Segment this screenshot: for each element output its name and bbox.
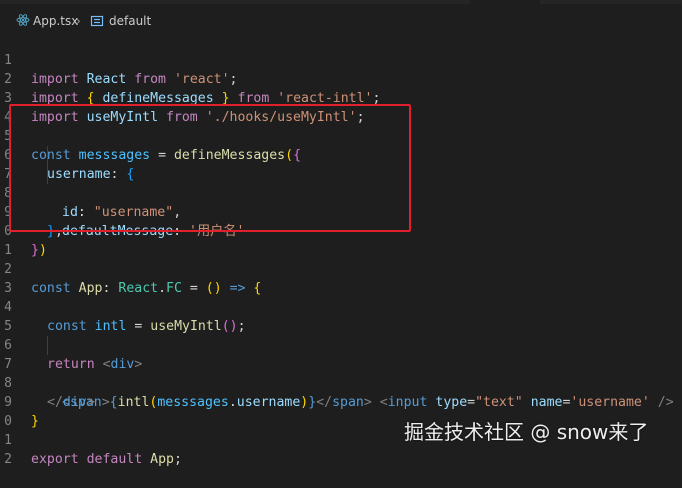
editor-tab-strip <box>0 0 682 4</box>
code-line-20: 0 <box>0 393 682 429</box>
code-line-16: 6 return <div> <box>0 317 682 372</box>
code-line-12: 2 const App: React.FC = () => { <box>0 241 682 296</box>
code-text: export default App; <box>31 452 182 467</box>
watermark: 掘金技术社区 @ snow来了 <box>404 420 649 444</box>
breadcrumb-file[interactable]: App.tsx <box>33 12 78 30</box>
code-line-18: 8 </div> <box>0 355 682 410</box>
code-line-17: 7 <span>{intl(messsages.username)}</span… <box>0 336 682 410</box>
code-line-2: 2 import { defineMessages } from 'react-… <box>0 51 682 106</box>
code-line-3: 3 import useMyIntl from './hooks/useMyIn… <box>0 70 682 125</box>
react-file-icon <box>16 14 30 26</box>
active-tab-edge <box>470 0 540 4</box>
line-number: 2 <box>4 452 12 467</box>
code-line-19: 9 } <box>0 374 682 429</box>
code-line-13: 3 <box>0 260 682 296</box>
code-editor[interactable]: 1 import React from 'react'; 2 import { … <box>0 32 682 467</box>
indent-guide <box>47 336 48 355</box>
symbol-variable-icon <box>90 15 104 27</box>
red-highlight-annotation <box>9 104 411 232</box>
code-line-15: 5 <box>0 298 682 334</box>
code-line-14: 4 const intl = useMyIntl(); <box>0 279 682 334</box>
breadcrumb-symbol[interactable]: default <box>109 12 151 30</box>
breadcrumb: App.tsx › default <box>0 12 682 30</box>
breadcrumb-separator: › <box>76 14 81 28</box>
code-line-1: 1 import React from 'react'; <box>0 32 682 87</box>
